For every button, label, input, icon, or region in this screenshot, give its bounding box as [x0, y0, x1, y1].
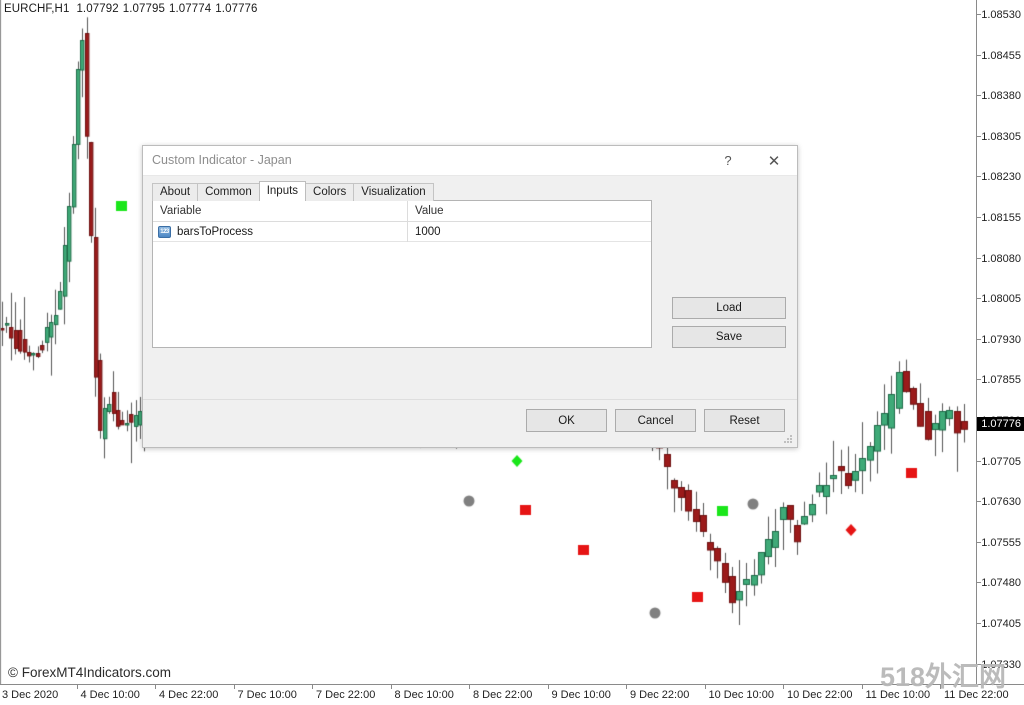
- time-tick: [312, 685, 313, 689]
- column-header-variable: Variable: [153, 201, 408, 221]
- ohlc-close: 1.07776: [215, 3, 258, 15]
- mt4-chart-window: EURCHF,H1 1.07792 1.07795 1.07774 1.07776 1.…: [0, 0, 1024, 705]
- time-tick: [704, 685, 706, 689]
- time-tick: [469, 685, 470, 689]
- price-label: 1.07705: [981, 455, 1021, 468]
- price-label: 1.07405: [981, 618, 1021, 630]
- cell-variable[interactable]: 123 barsToProcess: [153, 221, 408, 242]
- load-button[interactable]: Load: [672, 297, 786, 319]
- time-axis[interactable]: 3 Dec 2020 4 Dec 10:00 4 Dec 22:00 7 Dec 10…: [0, 684, 1024, 705]
- ohlc-header: EURCHF,H1 1.07792 1.07795 1.07774 1.07776: [4, 3, 262, 15]
- list-rows[interactable]: 123 barsToProcess 1000: [153, 221, 651, 242]
- price-label: 1.08080: [981, 252, 1021, 265]
- tab-inputs[interactable]: Inputs: [258, 181, 307, 201]
- ohlc-open: 1.07792: [76, 3, 119, 15]
- tab-visualization[interactable]: Visualization: [353, 183, 434, 201]
- time-tick: [626, 685, 627, 689]
- time-tick: [547, 685, 549, 689]
- time-label: 10 Dec 22:00: [787, 689, 853, 701]
- time-label: 10 Dec 10:00: [708, 689, 774, 701]
- price-label: 1.08155: [981, 212, 1021, 224]
- tab-common[interactable]: Common: [197, 183, 260, 201]
- time-label: 4 Dec 10:00: [80, 689, 140, 701]
- grip-dot: [784, 441, 786, 443]
- price-label: 1.07855: [981, 374, 1021, 387]
- cancel-button[interactable]: Cancel: [615, 409, 696, 432]
- time-label: 7 Dec 22:00: [316, 689, 376, 701]
- site-watermark: 518外汇网: [879, 662, 1006, 692]
- grip-dot: [790, 438, 792, 440]
- close-icon[interactable]: ✕: [757, 146, 791, 175]
- time-label: 4 Dec 22:00: [159, 689, 219, 701]
- list-header-row: Variable Value: [153, 201, 651, 222]
- time-tick: [76, 685, 78, 689]
- price-label: 1.07480: [981, 577, 1021, 590]
- ohlc-high: 1.07795: [122, 3, 165, 15]
- dialog-title: Custom Indicator - Japan: [152, 153, 292, 167]
- grip-dot: [790, 435, 792, 437]
- current-price-label: 1.07776: [977, 417, 1024, 431]
- price-label: 1.08230: [981, 171, 1021, 184]
- grip-dot: [787, 441, 789, 443]
- custom-indicator-dialog[interactable]: Custom Indicator - Japan ? ✕ About Common…: [142, 145, 798, 448]
- dialog-tabs[interactable]: About Common Inputs Colors Visualization: [152, 181, 434, 201]
- table-row[interactable]: 123 barsToProcess 1000: [153, 221, 651, 242]
- time-label: 9 Dec 10:00: [551, 689, 611, 701]
- price-label: 1.07555: [981, 536, 1021, 549]
- price-label: 1.08530: [981, 9, 1021, 21]
- time-tick: [155, 685, 156, 689]
- column-header-value: Value: [415, 205, 444, 217]
- inputs-variables-list[interactable]: Variable Value 123 barsToProcess 1000: [152, 200, 652, 348]
- time-tick: [390, 685, 392, 689]
- side-buttons[interactable]: Load Save: [672, 200, 786, 348]
- time-label: 3 Dec 2020: [2, 689, 59, 701]
- dialog-footer: OK Cancel Reset: [143, 399, 797, 447]
- dialog-titlebar[interactable]: Custom Indicator - Japan ? ✕: [143, 146, 797, 176]
- time-label: 8 Dec 10:00: [394, 689, 454, 701]
- grip-dot: [790, 441, 792, 443]
- variable-name: barsToProcess: [177, 225, 254, 238]
- footer-buttons[interactable]: OK Cancel Reset: [526, 409, 785, 432]
- time-tick: [783, 685, 784, 689]
- time-label: 7 Dec 10:00: [237, 689, 297, 701]
- resize-grip[interactable]: [784, 435, 794, 445]
- help-icon[interactable]: ?: [711, 146, 745, 175]
- number-variable-icon: 123: [158, 225, 171, 238]
- ok-button[interactable]: OK: [526, 409, 607, 432]
- price-label: 1.07630: [981, 496, 1021, 509]
- tab-about[interactable]: About: [152, 183, 199, 201]
- symbol-period-label: EURCHF,H1: [4, 3, 70, 15]
- time-tick: [233, 685, 235, 689]
- price-label: 1.08305: [981, 130, 1021, 143]
- ohlc-low: 1.07774: [169, 3, 212, 15]
- tab-colors[interactable]: Colors: [305, 183, 355, 201]
- time-label: 9 Dec 22:00: [630, 689, 690, 701]
- price-axis[interactable]: 1.08530 1.08455 1.08380 1.08305 1.08230 1.081…: [976, 0, 1024, 684]
- price-label: 1.08380: [981, 90, 1021, 103]
- time-label: 8 Dec 22:00: [473, 689, 533, 701]
- price-label: 1.08455: [981, 49, 1021, 62]
- price-label: 1.07930: [981, 333, 1021, 346]
- cell-value[interactable]: 1000: [408, 226, 651, 238]
- reset-button[interactable]: Reset: [704, 409, 785, 432]
- time-tick: [861, 685, 863, 689]
- save-button[interactable]: Save: [672, 326, 786, 348]
- copyright-watermark: © ForexMT4Indicators.com: [8, 665, 171, 680]
- price-label: 1.08005: [981, 293, 1021, 306]
- grip-dot: [787, 438, 789, 440]
